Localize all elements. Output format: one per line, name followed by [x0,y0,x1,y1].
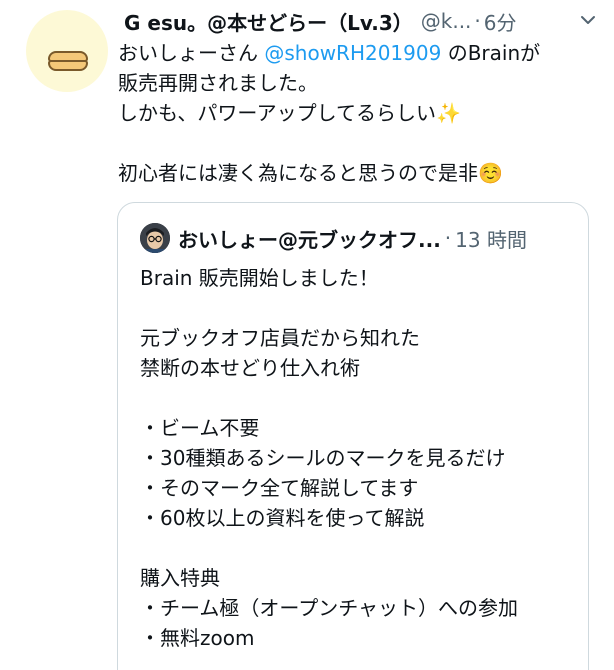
quote-header: おいしょー@元ブックオフ... · 13 時間 [178,223,578,253]
duck-beak-lower [48,60,88,71]
chevron-down-icon[interactable] [580,12,596,28]
tweet-timestamp[interactable]: 6分 [484,7,517,36]
tweet-text-suffix: のBrainが [441,41,541,65]
quoted-tweet[interactable]: おいしょー@元ブックオフ... · 13 時間 Brain 販売開始しました！ … [117,202,589,670]
tweet-text: おいしょーさん @showRH201909 のBrainが 販売再開されました。… [118,38,598,188]
quote-avatar[interactable] [140,223,170,253]
quote-author-name[interactable]: おいしょー@元ブックオフ... [178,224,441,253]
mention-link[interactable]: @showRH201909 [264,41,441,65]
quote-separator-dot: · [444,226,452,250]
author-handle[interactable]: @k... [421,9,472,33]
tweet-text-prefix: おいしょーさん [118,41,265,65]
author-name[interactable]: G esu。@本せどらー（Lv.3） [124,7,413,36]
separator-dot: · [474,9,481,33]
avatar[interactable] [26,10,108,92]
quote-text: Brain 販売開始しました！ 元ブックオフ店員だから知れた 禁断の本せどり仕入… [140,266,518,650]
quote-timestamp[interactable]: 13 時間 [455,224,527,253]
tweet-header: G esu。@本せどらー（Lv.3） @k... · 6分 [124,6,594,36]
tweet-text-body: 販売再開されました。 しかも、パワーアップしてるらしい✨ 初心者には凄く為になる… [118,71,503,185]
person-with-glasses-avatar-icon [140,223,170,253]
